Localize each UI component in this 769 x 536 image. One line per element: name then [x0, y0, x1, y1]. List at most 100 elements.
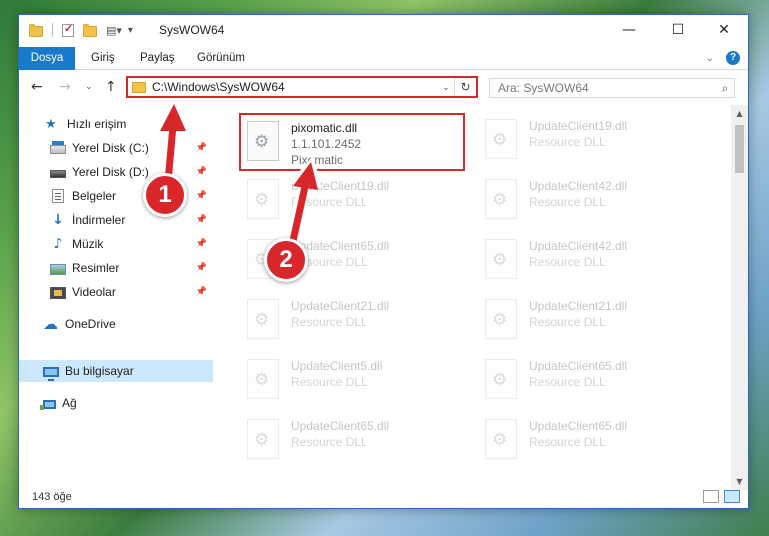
nav-item-this-pc[interactable]: Bu bilgisayar: [19, 360, 213, 382]
ribbon-right-controls: ⌄ ?: [706, 51, 740, 65]
file-tile[interactable]: UpdateClient65.dll Resource DLL: [479, 413, 705, 471]
toolbar-dropdown-icon[interactable]: ▾: [128, 25, 133, 36]
nav-item-network[interactable]: Ağ: [19, 392, 213, 414]
pin-icon[interactable]: 📌: [196, 166, 207, 177]
file-description: Resource DLL: [529, 435, 606, 449]
customize-toolbar-icon[interactable]: ▤▾: [106, 24, 122, 37]
file-tile[interactable]: UpdateClient42.dll Resource DLL: [479, 233, 705, 291]
properties-icon[interactable]: [62, 22, 74, 37]
star-icon: ★: [45, 116, 57, 131]
vertical-scrollbar[interactable]: ▲ ▼: [731, 105, 748, 490]
nav-item-downloads[interactable]: ↓ İndirmeler 📌: [19, 209, 213, 231]
nav-item-pictures[interactable]: Resimler 📌: [19, 257, 213, 279]
quick-access-toolbar: ▤▾ ▾: [29, 22, 133, 37]
file-description: Resource DLL: [291, 195, 368, 209]
address-bar[interactable]: C:\Windows\SysWOW64 ⌄ ↻: [126, 76, 478, 98]
expand-ribbon-icon[interactable]: ⌄: [706, 53, 714, 64]
step-badge-1: 1: [143, 173, 187, 217]
tab-home[interactable]: Giriş: [91, 47, 115, 70]
nav-item-videos[interactable]: Videolar 📌: [19, 281, 213, 303]
dll-file-icon: [485, 359, 517, 399]
scroll-thumb[interactable]: [735, 125, 744, 173]
file-tile[interactable]: UpdateClient5.dll Resource DLL: [241, 353, 467, 411]
step-badge-2: 2: [264, 238, 308, 282]
nav-label: Yerel Disk (C:): [72, 141, 149, 155]
nav-item-music[interactable]: ♪ Müzik 📌: [19, 233, 213, 255]
file-tile[interactable]: UpdateClient19.dll Resource DLL: [241, 173, 467, 231]
tab-view[interactable]: Görünüm: [197, 47, 245, 70]
nav-label: Müzik: [72, 237, 104, 251]
nav-label: OneDrive: [65, 317, 116, 331]
nav-item-quick-access[interactable]: ★ Hızlı erişim: [19, 113, 213, 135]
forward-button[interactable]: →: [59, 79, 71, 95]
nav-label: Ağ: [62, 396, 77, 410]
dll-file-icon: [485, 239, 517, 279]
pin-icon[interactable]: 📌: [196, 262, 207, 273]
ribbon-tabs: Dosya Giriş Paylaş Görünüm ⌄ ?: [19, 47, 748, 70]
search-input[interactable]: Ara: SysWOW64 ⌕: [489, 78, 735, 98]
tab-share[interactable]: Paylaş: [140, 47, 175, 70]
file-name: UpdateClient5.dll: [291, 359, 383, 373]
search-icon[interactable]: ⌕: [716, 81, 734, 96]
minimize-button[interactable]: —: [606, 15, 652, 45]
status-bar: 143 öğe: [19, 486, 748, 508]
explorer-window: ▤▾ ▾ SysWOW64 — ☐ ✕ Dosya Giriş Paylaş G…: [18, 14, 749, 509]
address-path[interactable]: C:\Windows\SysWOW64: [152, 80, 438, 94]
file-tile[interactable]: UpdateClient65.dll Resource DLL: [241, 413, 467, 471]
details-view-icon[interactable]: [703, 490, 719, 503]
file-description: Resource DLL: [529, 195, 606, 209]
new-folder-icon[interactable]: [83, 24, 97, 37]
file-name: pixomatic.dll: [291, 121, 358, 135]
file-tile[interactable]: UpdateClient42.dll Resource DLL: [479, 173, 705, 231]
tiles-view-icon[interactable]: [724, 490, 740, 503]
nav-label: İndirmeler: [72, 213, 126, 227]
scroll-up-icon[interactable]: ▲: [731, 105, 748, 122]
file-version: 1.1.101.2452: [291, 137, 362, 151]
file-description: Resource DLL: [529, 255, 606, 269]
file-description: Resource DLL: [291, 375, 368, 389]
nav-label: Bu bilgisayar: [65, 364, 134, 378]
pin-icon[interactable]: 📌: [196, 142, 207, 153]
documents-icon: [52, 189, 64, 203]
dll-file-icon: [247, 299, 279, 339]
pin-icon[interactable]: 📌: [196, 238, 207, 249]
computer-icon: [43, 366, 59, 381]
nav-label: Yerel Disk (D:): [72, 165, 149, 179]
videos-icon: [50, 286, 66, 299]
refresh-icon[interactable]: ↻: [454, 78, 476, 96]
maximize-button[interactable]: ☐: [655, 15, 701, 45]
address-dropdown-icon[interactable]: ⌄: [438, 82, 454, 93]
help-icon[interactable]: ?: [726, 51, 740, 65]
nav-item-onedrive[interactable]: ☁ OneDrive: [19, 313, 213, 335]
file-description: Resource DLL: [529, 375, 606, 389]
file-name: UpdateClient65.dll: [529, 419, 628, 433]
file-name: UpdateClient65.dll: [529, 359, 628, 373]
nav-item-disk-d[interactable]: Yerel Disk (D:) 📌: [19, 161, 213, 183]
file-tile[interactable]: UpdateClient21.dll Resource DLL: [479, 293, 705, 351]
dll-file-icon: [485, 419, 517, 459]
file-tile[interactable]: UpdateClient19.dll Resource DLL: [479, 113, 705, 171]
tab-file[interactable]: Dosya: [19, 47, 75, 70]
pin-icon[interactable]: 📌: [196, 286, 207, 297]
dll-file-icon: [485, 119, 517, 159]
search-placeholder: Ara: SysWOW64: [498, 81, 589, 95]
file-tile[interactable]: UpdateClient21.dll Resource DLL: [241, 293, 467, 351]
nav-item-disk-c[interactable]: Yerel Disk (C:) 📌: [19, 137, 213, 159]
pictures-icon: [50, 263, 66, 275]
file-tile[interactable]: UpdateClient65.dll Resource DLL: [479, 353, 705, 411]
nav-label: Videolar: [72, 285, 116, 299]
up-button[interactable]: ↑: [105, 79, 117, 95]
file-name: UpdateClient19.dll: [529, 119, 628, 133]
pin-icon[interactable]: 📌: [196, 190, 207, 201]
back-button[interactable]: ←: [31, 79, 43, 95]
close-button[interactable]: ✕: [701, 15, 747, 45]
title-bar: ▤▾ ▾ SysWOW64 — ☐ ✕: [19, 15, 748, 47]
cloud-icon: ☁: [43, 315, 58, 333]
folder-icon: [29, 24, 43, 37]
pin-icon[interactable]: 📌: [196, 214, 207, 225]
recent-locations-icon[interactable]: ⌄: [85, 82, 93, 92]
dll-file-icon: [247, 179, 279, 219]
file-description: Resource DLL: [529, 315, 606, 329]
dll-file-icon: [247, 419, 279, 459]
file-tile-selected[interactable]: pixomatic.dll 1.1.101.2452 Pixomatic: [239, 113, 465, 171]
